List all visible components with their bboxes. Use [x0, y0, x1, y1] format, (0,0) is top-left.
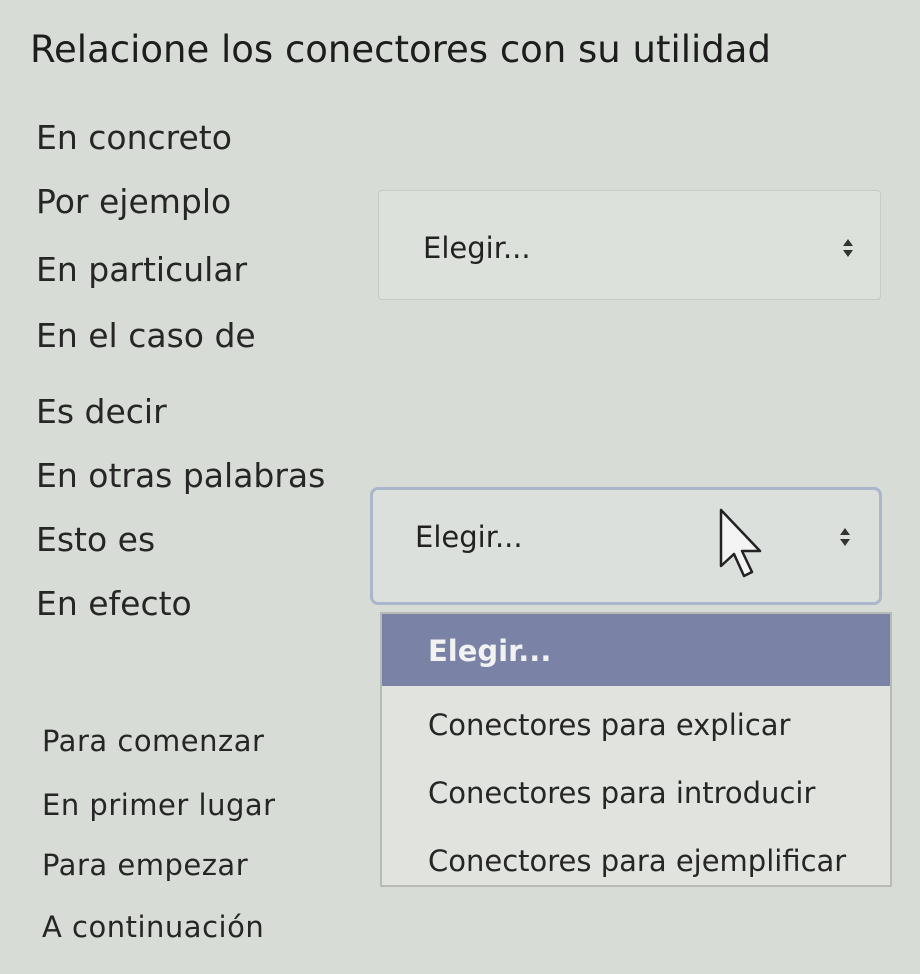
term-en-particular: En particular [36, 250, 248, 289]
select-dropdown-list: Elegir... Conectores para explicar Conec… [380, 612, 892, 887]
answer-select-2[interactable]: Elegir... [370, 487, 882, 605]
term-esto-es: Esto es [36, 520, 156, 559]
dropdown-option-highlighted[interactable]: Elegir... [382, 614, 890, 686]
updown-arrows-icon [840, 528, 850, 546]
term-para-empezar: Para empezar [42, 848, 249, 882]
term-por-ejemplo: Por ejemplo [36, 182, 232, 221]
answer-select-1[interactable]: Elegir... [378, 190, 881, 300]
term-a-continuacion: A continuación [42, 910, 265, 944]
page-title: Relacione los conectores con su utilidad [30, 28, 771, 71]
mouse-pointer-icon [719, 508, 762, 578]
term-en-otras-palabras: En otras palabras [36, 456, 326, 495]
term-en-primer-lugar: En primer lugar [42, 788, 276, 822]
term-es-decir: Es decir [36, 392, 167, 431]
term-en-efecto: En efecto [36, 584, 192, 623]
dropdown-option-explicar[interactable]: Conectores para explicar [428, 708, 790, 742]
select-value: Elegir... [415, 520, 523, 554]
term-en-concreto: En concreto [36, 118, 232, 157]
select-value: Elegir... [423, 231, 531, 265]
updown-arrows-icon [843, 239, 853, 257]
term-para-comenzar: Para comenzar [42, 724, 265, 758]
dropdown-option-ejemplificar[interactable]: Conectores para ejemplificar [428, 844, 846, 878]
term-en-el-caso-de: En el caso de [36, 316, 256, 355]
dropdown-option-introducir[interactable]: Conectores para introducir [428, 776, 815, 810]
dropdown-option-label: Elegir... [428, 634, 552, 668]
